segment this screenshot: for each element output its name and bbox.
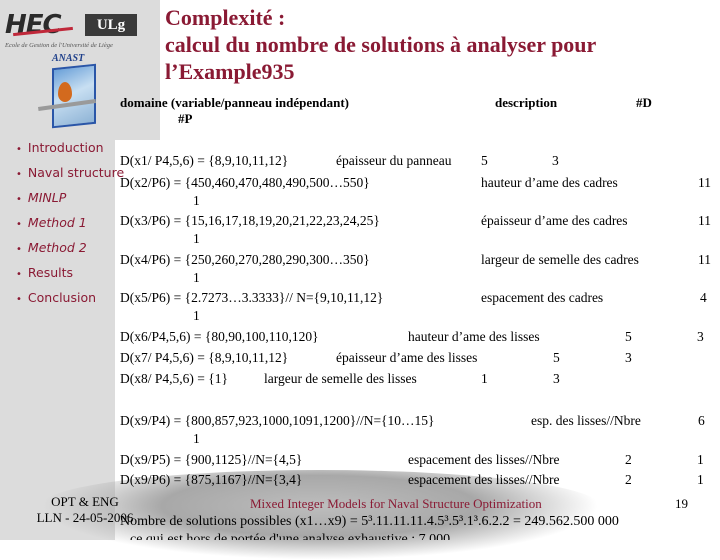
row-description: épaisseur d’ame des lisses bbox=[336, 350, 478, 365]
row-p: 3 bbox=[625, 350, 632, 365]
anast-buoy-icon bbox=[58, 82, 72, 102]
bullet-icon: • bbox=[16, 144, 22, 155]
row-p: 1 bbox=[193, 431, 200, 446]
row-description: espacement des lisses//Nbre bbox=[408, 472, 560, 487]
title-line-3: l’Example935 bbox=[165, 59, 295, 84]
row-d: 2 bbox=[625, 452, 632, 467]
row-d: 11 bbox=[698, 213, 711, 228]
bullet-icon: • bbox=[16, 244, 22, 255]
row-domain: D(x2/P6) = {450,460,470,480,490,500…550} bbox=[120, 175, 370, 190]
row-d: 4 bbox=[700, 290, 707, 305]
sidebar-item-naval-structure[interactable]: • Naval structure bbox=[16, 165, 124, 180]
bullet-icon: • bbox=[16, 169, 22, 180]
header-d: #D bbox=[636, 95, 652, 110]
row-domain: D(x4/P6) = {250,260,270,280,290,300…350} bbox=[120, 252, 370, 267]
sidebar-item-method-1[interactable]: • Method 1 bbox=[16, 215, 87, 230]
sidebar-item-label: Method 1 bbox=[27, 215, 87, 230]
row-domain: D(x9/P6) = {875,1167}//N={3,4} bbox=[120, 472, 303, 487]
row-description: esp. des lisses//Nbre bbox=[531, 413, 641, 428]
row-domain: D(x9/P4) = {800,857,923,1000,1091,1200}/… bbox=[120, 413, 435, 428]
row-description: hauteur d’ame des cadres bbox=[481, 175, 618, 190]
row-d: 5 bbox=[625, 329, 632, 344]
bullet-icon: • bbox=[16, 219, 22, 230]
sidebar-item-label: Results bbox=[27, 265, 74, 280]
row-description: espacement des lisses//Nbre bbox=[408, 452, 560, 467]
ulg-logo-text: ULg bbox=[85, 14, 137, 36]
row-domain: D(x7/ P4,5,6) = {8,9,10,11,12} bbox=[120, 350, 289, 365]
bullet-icon: • bbox=[16, 269, 22, 280]
sidebar-item-label: Conclusion bbox=[27, 290, 97, 305]
row-description: espacement des cadres bbox=[481, 290, 604, 305]
sidebar-item-method-2[interactable]: • Method 2 bbox=[16, 240, 87, 255]
sidebar-item-label: Naval structure bbox=[27, 165, 125, 180]
sidebar-item-results[interactable]: • Results bbox=[16, 265, 73, 280]
hec-ulg-logo: HEC ULg bbox=[5, 10, 137, 40]
row-domain: D(x8/ P4,5,6) = {1} bbox=[120, 371, 228, 386]
row-d: 11 bbox=[698, 175, 711, 190]
footer-org: OPT & ENG bbox=[51, 494, 119, 509]
row-description: largeur de semelle des cadres bbox=[481, 252, 639, 267]
page-number: 19 bbox=[675, 496, 688, 511]
row-description: épaisseur d’ame des cadres bbox=[481, 213, 628, 228]
bullet-icon: • bbox=[16, 294, 22, 305]
sidebar-item-introduction[interactable]: • Introduction bbox=[16, 140, 104, 155]
hec-logo-subtitle: Ecole de Gestion de l'Université de Lièg… bbox=[5, 42, 113, 49]
sidebar-item-label: Method 2 bbox=[27, 240, 87, 255]
row-p: 1 bbox=[193, 270, 200, 285]
total-solutions: Nombre de solutions possibles (x1…x9) = … bbox=[120, 514, 619, 529]
row-d: 6 bbox=[698, 413, 705, 428]
row-p: 1 bbox=[193, 193, 200, 208]
footer-title: Mixed Integer Models for Naval Structure… bbox=[250, 496, 542, 511]
header-description: description bbox=[495, 95, 558, 110]
row-description: largeur de semelle des lisses bbox=[264, 371, 417, 386]
row-p: 1 bbox=[193, 231, 200, 246]
row-p: 1 bbox=[193, 308, 200, 323]
row-domain: D(x3/P6) = {15,16,17,18,19,20,21,22,23,2… bbox=[120, 213, 380, 228]
title-line-2: calcul du nombre de solutions à analyser… bbox=[165, 32, 597, 57]
row-p: 1 bbox=[697, 472, 704, 487]
row-d: 11 bbox=[698, 252, 711, 267]
sidebar-item-minlp[interactable]: • MINLP bbox=[16, 190, 66, 205]
header-p: #P bbox=[178, 111, 193, 126]
row-description: épaisseur du panneau bbox=[336, 153, 452, 168]
row-p: 3 bbox=[552, 153, 559, 168]
row-p: 3 bbox=[553, 371, 560, 386]
slide-title: Complexité : calcul du nombre de solutio… bbox=[165, 4, 705, 85]
row-d: 5 bbox=[553, 350, 560, 365]
cutoff-text: ce qui est hors de portée d'une analyse … bbox=[130, 532, 451, 540]
row-p: 1 bbox=[697, 452, 704, 467]
sidebar-item-label: MINLP bbox=[27, 190, 67, 205]
row-domain: D(x9/P5) = {900,1125}//N={4,5} bbox=[120, 452, 303, 467]
row-d: 2 bbox=[625, 472, 632, 487]
sidebar-item-conclusion[interactable]: • Conclusion bbox=[16, 290, 96, 305]
row-d: 5 bbox=[481, 153, 488, 168]
row-domain: D(x6/P4,5,6) = {80,90,100,110,120} bbox=[120, 329, 319, 344]
row-d: 1 bbox=[481, 371, 488, 386]
title-line-1: Complexité : bbox=[165, 5, 286, 30]
anast-logo-label: ANAST bbox=[52, 53, 85, 64]
row-domain: D(x1/ P4,5,6) = {8,9,10,11,12} bbox=[120, 153, 289, 168]
row-description: hauteur d’ame des lisses bbox=[408, 329, 540, 344]
row-p: 3 bbox=[697, 329, 704, 344]
header-domain: domaine (variable/panneau indépendant) bbox=[120, 95, 349, 110]
sidebar-item-label: Introduction bbox=[27, 140, 104, 155]
bullet-icon: • bbox=[16, 194, 22, 205]
row-domain: D(x5/P6) = {2.7273…3.3333}// N={9,10,11,… bbox=[120, 290, 384, 305]
